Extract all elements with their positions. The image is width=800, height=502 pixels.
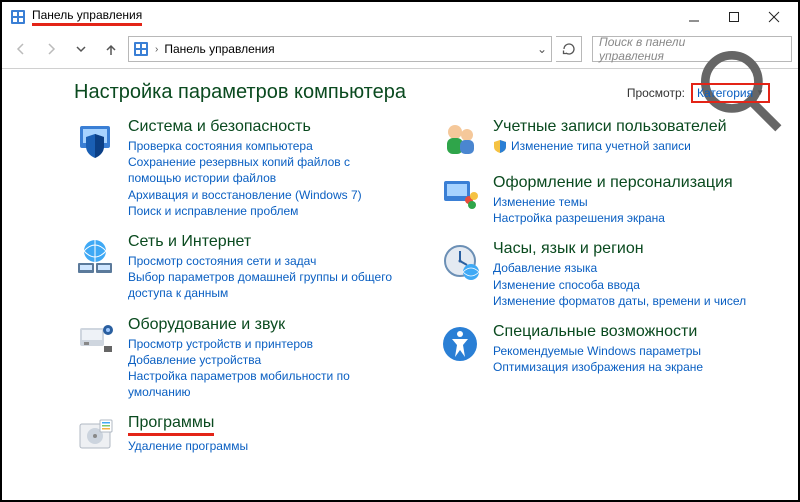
category-link[interactable]: Изменение темы	[493, 194, 770, 210]
left-column: Система и безопасность Проверка состояни…	[74, 118, 405, 470]
category-appearance: Оформление и персонализация Изменение те…	[439, 174, 770, 226]
search-placeholder: Поиск в панели управления	[599, 35, 692, 63]
view-by-selector[interactable]: Категория ▼	[691, 83, 770, 103]
content-area: Настройка параметров компьютера Просмотр…	[2, 69, 798, 478]
user-accounts-icon	[439, 118, 481, 160]
forward-button[interactable]	[38, 36, 64, 62]
category-title[interactable]: Оборудование и звук	[128, 316, 405, 334]
control-panel-icon	[10, 9, 26, 25]
chevron-down-icon[interactable]: ⌄	[537, 42, 547, 56]
category-clock-language-region: Часы, язык и регион Добавление языка Изм…	[439, 240, 770, 309]
back-button[interactable]	[8, 36, 34, 62]
category-title[interactable]: Часы, язык и регион	[493, 240, 770, 258]
category-ease-of-access: Специальные возможности Рекомендуемые Wi…	[439, 323, 770, 375]
category-link[interactable]: Изменение типа учетной записи	[511, 138, 691, 154]
chevron-down-icon: ▼	[756, 88, 764, 97]
breadcrumb[interactable]: › Панель управления ⌄	[128, 36, 552, 62]
category-system-security: Система и безопасность Проверка состояни…	[74, 118, 405, 219]
category-link[interactable]: Рекомендуемые Windows параметры	[493, 343, 770, 359]
search-icon[interactable]	[692, 42, 785, 56]
category-link[interactable]: Добавление устройства	[128, 352, 405, 368]
address-bar-row: › Панель управления ⌄ Поиск в панели упр…	[2, 32, 798, 66]
view-by: Просмотр: Категория ▼	[627, 83, 770, 103]
category-link[interactable]: Сохранение резервных копий файлов с помо…	[128, 154, 405, 186]
ease-of-access-icon	[439, 323, 481, 365]
chevron-right-icon: ›	[155, 44, 158, 55]
category-user-accounts: Учетные записи пользователей Изменение т…	[439, 118, 770, 160]
page-heading: Настройка параметров компьютера	[74, 81, 406, 104]
category-link[interactable]: Добавление языка	[493, 260, 770, 276]
view-by-label: Просмотр:	[627, 86, 685, 100]
category-link[interactable]: Оптимизация изображения на экране	[493, 359, 770, 375]
category-link[interactable]: Настройка параметров мобильности по умол…	[128, 368, 405, 400]
category-link[interactable]: Изменение способа ввода	[493, 277, 770, 293]
control-panel-icon	[133, 41, 149, 57]
category-title[interactable]: Программы	[128, 414, 214, 436]
category-link[interactable]: Поиск и исправление проблем	[128, 203, 405, 219]
category-link[interactable]: Выбор параметров домашней группы и общег…	[128, 269, 405, 301]
refresh-button[interactable]	[556, 36, 582, 62]
category-title[interactable]: Оформление и персонализация	[493, 174, 770, 192]
category-link[interactable]: Просмотр устройств и принтеров	[128, 336, 405, 352]
category-title[interactable]: Сеть и Интернет	[128, 233, 405, 251]
category-link[interactable]: Настройка разрешения экрана	[493, 210, 770, 226]
category-network: Сеть и Интернет Просмотр состояния сети …	[74, 233, 405, 302]
system-security-icon	[74, 118, 116, 160]
titlebar: Панель управления	[2, 2, 798, 32]
category-title[interactable]: Учетные записи пользователей	[493, 118, 770, 136]
search-input[interactable]: Поиск в панели управления	[592, 36, 792, 62]
up-button[interactable]	[98, 36, 124, 62]
category-link[interactable]: Архивация и восстановление (Windows 7)	[128, 187, 405, 203]
category-hardware-sound: Оборудование и звук Просмотр устройств и…	[74, 316, 405, 401]
category-title[interactable]: Специальные возможности	[493, 323, 770, 341]
hardware-sound-icon	[74, 316, 116, 358]
view-by-value: Категория	[697, 86, 753, 100]
clock-language-region-icon	[439, 240, 481, 282]
window-title: Панель управления	[32, 8, 142, 26]
breadcrumb-label[interactable]: Панель управления	[164, 42, 274, 56]
category-link[interactable]: Удаление программы	[128, 438, 405, 454]
network-icon	[74, 233, 116, 275]
minimize-button[interactable]	[674, 3, 714, 31]
recent-locations-button[interactable]	[68, 36, 94, 62]
appearance-icon	[439, 174, 481, 216]
close-button[interactable]	[754, 3, 794, 31]
category-link[interactable]: Проверка состояния компьютера	[128, 138, 405, 154]
category-link[interactable]: Просмотр состояния сети и задач	[128, 253, 405, 269]
category-programs: Программы Удаление программы	[74, 414, 405, 456]
uac-shield-icon	[493, 139, 507, 153]
category-title[interactable]: Система и безопасность	[128, 118, 405, 136]
category-link[interactable]: Изменение форматов даты, времени и чисел	[493, 293, 770, 309]
maximize-button[interactable]	[714, 3, 754, 31]
programs-icon	[74, 414, 116, 456]
right-column: Учетные записи пользователей Изменение т…	[439, 118, 770, 470]
